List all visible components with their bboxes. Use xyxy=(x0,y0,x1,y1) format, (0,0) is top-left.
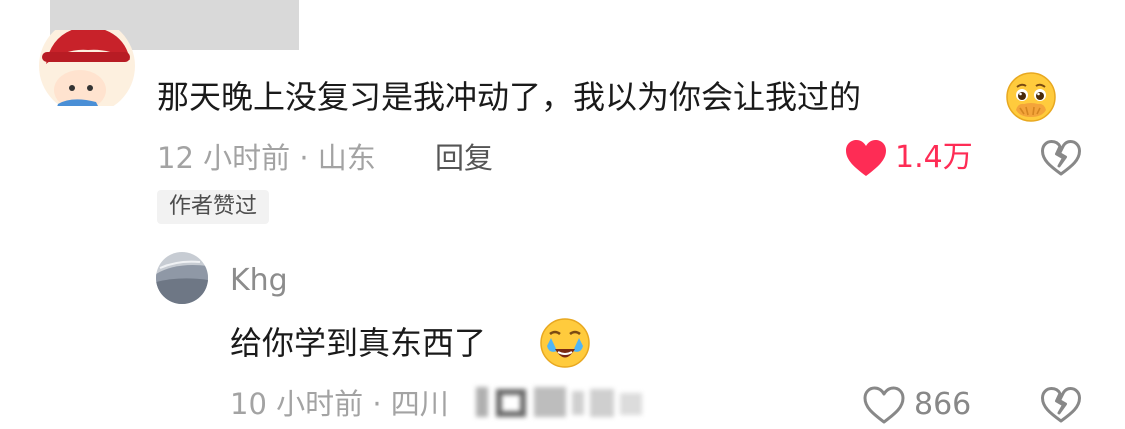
reply-text: 给你学到真东西了 xyxy=(230,324,487,362)
comment-text: 那天晚上没复习是我冲动了，我以为你会让我过的 xyxy=(157,78,862,116)
dislike-broken-heart-icon[interactable] xyxy=(1040,139,1082,177)
crying-face-emoji-icon xyxy=(538,316,592,370)
reply-username[interactable]: Khg xyxy=(230,263,288,299)
comment-meta: 12 小时前 · 山东 xyxy=(157,141,376,175)
blurred-watermark xyxy=(472,383,648,421)
reply-button[interactable]: 回复 xyxy=(435,140,493,176)
reply-dislike-broken-heart-icon[interactable] xyxy=(1040,386,1082,424)
reply-avatar[interactable] xyxy=(156,252,208,304)
pleading-face-emoji-icon xyxy=(1004,70,1058,124)
reply-meta: 10 小时前 · 四川 xyxy=(230,387,449,421)
avatar[interactable] xyxy=(38,30,136,106)
like-outline-icon[interactable] xyxy=(862,385,906,425)
author-liked-badge: 作者赞过 xyxy=(157,190,270,224)
reply-like-count: 866 xyxy=(914,387,972,422)
like-filled-icon[interactable] xyxy=(844,138,888,178)
like-count: 1.4万 xyxy=(895,140,973,175)
